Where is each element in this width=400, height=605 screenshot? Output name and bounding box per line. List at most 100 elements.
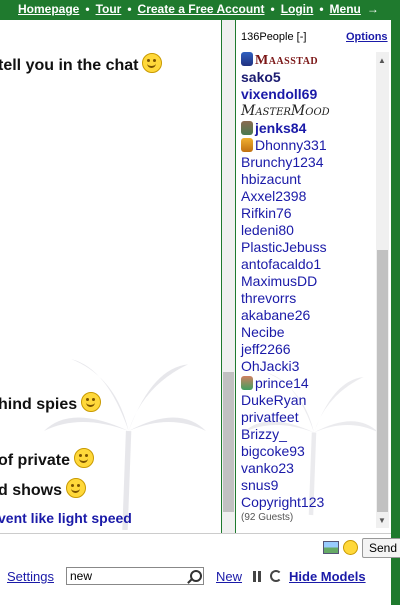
user-list-scrollbar-thumb[interactable] <box>377 250 388 512</box>
username[interactable]: Axxel2398 <box>241 188 306 204</box>
nav-link-menu[interactable]: Menu <box>330 2 361 16</box>
username[interactable]: bigcoke93 <box>241 443 305 459</box>
people-count: 136People <box>241 31 294 43</box>
send-button[interactable]: Send <box>362 538 400 558</box>
user-list-item[interactable]: akabane26 <box>241 307 330 324</box>
username[interactable]: Copyright123 <box>241 494 324 510</box>
user-list-item[interactable]: MasterMood <box>241 103 330 120</box>
username[interactable]: jeff2266 <box>241 341 291 357</box>
settings-link[interactable]: Settings <box>7 569 54 584</box>
palm-tree-watermark <box>44 359 206 530</box>
nav-link-login[interactable]: Login <box>281 2 314 16</box>
chat-message-text: tell you in the chat <box>0 57 139 74</box>
user-list-item[interactable]: jenks84 <box>241 120 330 137</box>
user-avatar-icon <box>241 52 253 66</box>
user-list-item[interactable]: DukeRyan <box>241 392 330 409</box>
user-list-item[interactable]: Rifkin76 <box>241 205 330 222</box>
username[interactable]: antofacaldo1 <box>241 256 321 272</box>
username[interactable]: ledeni80 <box>241 222 294 238</box>
chat-message: vent like light speed <box>0 510 132 526</box>
image-icon[interactable] <box>323 541 339 554</box>
refresh-icon[interactable] <box>270 570 282 582</box>
chat-message: d shows <box>0 478 87 500</box>
username[interactable]: Brizzy_ <box>241 426 287 442</box>
options-link[interactable]: Options <box>346 31 388 43</box>
user-list-item[interactable]: antofacaldo1 <box>241 256 330 273</box>
scroll-down-arrow[interactable]: ▼ <box>378 516 386 525</box>
username[interactable]: OhJacki3 <box>241 358 299 374</box>
user-list-item[interactable]: Axxel2398 <box>241 188 330 205</box>
username[interactable]: Brunchy1234 <box>241 154 324 170</box>
chat-panel[interactable]: tell you in the chat hind spies of private… <box>0 20 221 533</box>
username[interactable]: vanko23 <box>241 460 294 476</box>
user-list-item[interactable]: OhJacki3 <box>241 358 330 375</box>
chat-message: of private <box>0 448 95 470</box>
smiley-icon[interactable] <box>343 540 358 555</box>
user-list-item[interactable]: bigcoke93 <box>241 443 330 460</box>
user-list-item[interactable]: prince14 <box>241 375 330 392</box>
new-link[interactable]: New <box>216 569 242 584</box>
nav-separator: • <box>127 2 132 16</box>
user-list-item[interactable]: Necibe <box>241 324 330 341</box>
chat-message-text: of private <box>0 452 71 469</box>
user-list-item[interactable]: privatfeet <box>241 409 330 426</box>
username[interactable]: vixendoll69 <box>241 86 317 102</box>
nav-link-create-a-free-account[interactable]: Create a Free Account <box>138 2 265 16</box>
pause-icon[interactable] <box>253 571 256 582</box>
collapse-toggle[interactable]: [-] <box>297 31 307 43</box>
user-list-item[interactable]: threvorrs <box>241 290 330 307</box>
scroll-up-arrow[interactable]: ▲ <box>378 56 386 65</box>
hide-models-link[interactable]: Hide Models <box>289 569 366 584</box>
username[interactable]: sako5 <box>241 69 281 85</box>
chat-message-text: d shows <box>0 482 63 499</box>
user-list-item[interactable]: ledeni80 <box>241 222 330 239</box>
user-list-item[interactable]: MaximusDD <box>241 273 330 290</box>
nav-link-tour[interactable]: Tour <box>96 2 122 16</box>
nav-link-homepage[interactable]: Homepage <box>18 2 79 16</box>
user-list-item[interactable]: Brizzy_ <box>241 426 330 443</box>
user-list-item[interactable]: snus9 <box>241 477 330 494</box>
chat-message-text: hind spies <box>0 396 78 413</box>
user-list-item[interactable]: jeff2266 <box>241 341 330 358</box>
nav-separator: • <box>270 2 275 16</box>
username[interactable]: jenks84 <box>255 120 306 136</box>
user-list-item[interactable]: Dhonny331 <box>241 137 330 154</box>
search-icon[interactable] <box>190 570 202 582</box>
user-list-item[interactable]: Copyright123 <box>241 494 330 511</box>
username[interactable]: PlasticJebuss <box>241 239 327 255</box>
username[interactable]: Necibe <box>241 324 285 340</box>
user-list-item[interactable]: Maasstad <box>241 52 330 69</box>
chat-message-text: vent like light speed <box>0 510 132 526</box>
page-edge <box>391 20 400 604</box>
user-list-item[interactable]: hbizacunt <box>241 171 330 188</box>
search-input[interactable] <box>66 567 204 585</box>
menu-arrow-icon[interactable]: → <box>367 2 379 16</box>
chat-scrollbar[interactable] <box>222 20 235 533</box>
nav-separator: • <box>319 2 324 16</box>
user-list-item[interactable]: Brunchy1234 <box>241 154 330 171</box>
user-list-item[interactable]: PlasticJebuss <box>241 239 330 256</box>
username[interactable]: Maasstad <box>255 53 318 68</box>
user-list-item[interactable]: vanko23 <box>241 460 330 477</box>
username[interactable]: privatfeet <box>241 409 299 425</box>
smiley-icon <box>142 53 163 73</box>
smiley-icon <box>74 448 95 468</box>
username[interactable]: hbizacunt <box>241 171 301 187</box>
username[interactable]: MasterMood <box>241 103 330 119</box>
username[interactable]: snus9 <box>241 477 278 493</box>
user-list-item[interactable]: vixendoll69 <box>241 86 330 103</box>
user-list-item[interactable]: sako5 <box>241 69 330 86</box>
guest-count: (92 Guests) <box>241 512 294 523</box>
username[interactable]: MaximusDD <box>241 273 317 289</box>
chat-scrollbar-thumb[interactable] <box>223 372 234 512</box>
username[interactable]: Dhonny331 <box>255 137 327 153</box>
smiley-icon <box>81 392 102 412</box>
username[interactable]: akabane26 <box>241 307 310 323</box>
username[interactable]: threvorrs <box>241 290 296 306</box>
user-list: Maasstad sako5 vixendoll69 MasterMood jenks8… <box>241 52 330 525</box>
user-avatar-icon <box>241 376 253 390</box>
username[interactable]: DukeRyan <box>241 392 306 408</box>
username[interactable]: prince14 <box>255 375 309 391</box>
username[interactable]: Rifkin76 <box>241 205 292 221</box>
user-list-scrollbar[interactable]: ▲ ▼ <box>376 52 389 528</box>
